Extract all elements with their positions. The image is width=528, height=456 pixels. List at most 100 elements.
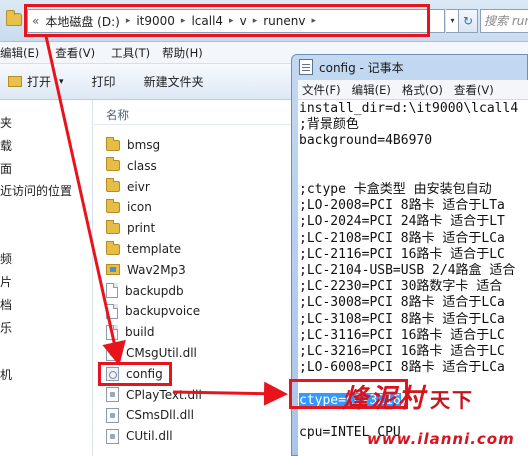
nav-item[interactable]: 档 [0, 296, 12, 313]
breadcrumb-v[interactable]: v [240, 14, 247, 28]
folder-icon [106, 219, 120, 234]
nav-item-computer[interactable]: 机 [0, 366, 12, 383]
file-list-item[interactable]: CSmsDll.dll [106, 405, 194, 425]
media-folder-icon [106, 264, 120, 276]
navigation-pane: 夹 载 面 近访问的位置 频 片 档 乐 机 [0, 100, 93, 456]
file-list-item[interactable]: build [106, 322, 155, 342]
text-line[interactable]: ;LO-6008=PCI 8路卡 适合于LCa [299, 360, 505, 376]
text-line[interactable]: ;LO-2024=PCI 24路卡 适合于LT [299, 214, 505, 230]
column-header-name[interactable]: 名称 [106, 107, 129, 123]
refresh-icon[interactable]: ↻ [458, 9, 478, 33]
text-line[interactable]: ;ctype 卡盒类型 由安装包自动 [299, 182, 492, 198]
folder-icon [106, 198, 120, 213]
file-name: CPlayText.dll [126, 387, 202, 402]
file-icon [106, 303, 118, 319]
notepad-menu-file[interactable]: 文件(F) [298, 82, 348, 98]
file-list-item[interactable]: Wav2Mp3 [106, 260, 186, 280]
notepad-titlebar[interactable]: config - 记事本 [292, 55, 528, 79]
notepad-menu-edit[interactable]: 编辑(E) [348, 82, 398, 98]
nav-item[interactable]: 片 [0, 273, 12, 290]
watermark-logo-small: 天下 [430, 388, 475, 412]
file-list-item[interactable]: CMsgUtil.dll [106, 343, 197, 363]
text-line[interactable]: ;LC-2116=PCI 16路卡 适合于LC [299, 247, 505, 263]
breadcrumb-separator-icon[interactable]: ▸ [229, 16, 234, 26]
address-bar[interactable]: « 本地磁盘 (D:) ▸ it9000 ▸ lcall4 ▸ v ▸ rune… [27, 9, 445, 33]
nav-item[interactable]: 频 [0, 250, 12, 267]
search-input[interactable]: 搜索 runenv [480, 9, 528, 33]
breadcrumb-separator-icon[interactable]: ▸ [253, 16, 258, 26]
breadcrumb-separator-icon[interactable]: ▸ [181, 16, 186, 26]
file-list-item[interactable]: template [106, 239, 181, 259]
file-list-item[interactable]: backupvoice [106, 301, 200, 321]
dll-file-icon [106, 387, 119, 403]
watermark-logo: 烽泥村 天下 [342, 378, 474, 415]
file-list-item[interactable]: bmsg [106, 135, 160, 155]
text-line[interactable]: ;LC-3116=PCI 16路卡 适合于LC [299, 328, 505, 344]
folder-icon [6, 10, 22, 26]
watermark-logo-main: 烽泥村 [342, 384, 427, 414]
breadcrumb-it9000[interactable]: it9000 [136, 14, 175, 28]
address-row: « 本地磁盘 (D:) ▸ it9000 ▸ lcall4 ▸ v ▸ rune… [0, 0, 528, 42]
folder-icon [106, 136, 120, 151]
text-line[interactable]: ;背景颜色 [299, 117, 359, 133]
nav-item-recent[interactable]: 近访问的位置 [0, 182, 72, 199]
new-folder-button[interactable]: 新建文件夹 [144, 73, 204, 90]
menu-view[interactable]: 查看(V) [55, 45, 105, 61]
file-icon [106, 283, 118, 299]
nav-item[interactable]: 乐 [0, 319, 12, 336]
text-line[interactable]: install_dir=d:\it9000\lcall4 [299, 101, 518, 117]
file-list-item[interactable]: icon [106, 197, 152, 217]
text-line[interactable]: ;LC-3216=PCI 16路卡 适合于LC [299, 344, 505, 360]
file-name: icon [127, 200, 152, 215]
file-name: class [127, 158, 157, 173]
notepad-title: config - 记事本 [319, 61, 404, 75]
file-name: CSmsDll.dll [126, 408, 194, 423]
file-name: print [127, 221, 156, 236]
breadcrumb-lcall4[interactable]: lcall4 [191, 14, 223, 28]
text-line[interactable]: ;LC-2108=PCI 8路卡 适合于LCa [299, 231, 505, 247]
file-name: backupdb [125, 283, 184, 298]
notepad-menu-view[interactable]: 查看(V) [450, 82, 501, 98]
notepad-icon [299, 59, 313, 75]
file-list-item[interactable]: CPlayText.dll [106, 385, 202, 405]
chevron-down-icon: ▾ [59, 76, 64, 87]
breadcrumb-separator-icon[interactable]: ▸ [126, 16, 131, 26]
file-list: 名称 bmsg class eivr icon print template Wav2Mp3… [94, 100, 294, 456]
menu-edit[interactable]: 编辑(E) [0, 45, 49, 61]
text-line[interactable]: ;LO-2008=PCI 8路卡 适合于LTa [299, 198, 505, 214]
text-line[interactable]: ;LC-2230=PCI 30路数字卡 适合 [299, 279, 502, 295]
breadcrumb-overflow[interactable]: « [32, 14, 39, 28]
breadcrumb-drive[interactable]: 本地磁盘 (D:) [45, 13, 119, 30]
nav-item[interactable]: 夹 [0, 114, 12, 131]
file-name: build [125, 325, 155, 340]
print-button[interactable]: 打印 [92, 73, 116, 90]
text-line[interactable]: ;LC-3008=PCI 8路卡 适合于LCa [299, 295, 505, 311]
breadcrumb-separator-icon[interactable]: ▸ [311, 16, 316, 26]
file-name: eivr [127, 179, 150, 194]
dll-file-icon [106, 428, 119, 444]
notepad-menu-format[interactable]: 格式(O) [398, 82, 450, 98]
nav-item[interactable]: 面 [0, 160, 12, 177]
menu-help[interactable]: 帮助(H) [162, 45, 213, 61]
file-list-item[interactable]: print [106, 218, 155, 238]
folder-icon [106, 178, 120, 193]
open-label: 打开 [27, 75, 52, 89]
file-name: config [126, 366, 163, 381]
nav-item[interactable]: 载 [0, 137, 12, 154]
folder-icon [106, 240, 120, 255]
text-line[interactable]: ;LC-2104-USB=USB 2/4路盒 适合 [299, 263, 515, 279]
text-line[interactable]: ;LC-3108=PCI 8路卡 适合于LCa [299, 312, 505, 328]
text-line[interactable]: background=4B6970 [299, 133, 432, 149]
file-name: Wav2Mp3 [127, 262, 186, 277]
file-list-item[interactable]: class [106, 156, 157, 176]
breadcrumb-runenv[interactable]: runenv [263, 14, 305, 28]
file-list-item[interactable]: eivr [106, 177, 150, 197]
open-button[interactable]: 打开 ▾ [8, 73, 64, 90]
dll-file-icon [106, 407, 119, 423]
column-divider [94, 124, 294, 125]
file-list-item[interactable]: backupdb [106, 281, 184, 301]
file-list-item[interactable]: config [106, 364, 163, 384]
file-name: CMsgUtil.dll [126, 346, 197, 360]
file-list-item[interactable]: CUtil.dll [106, 426, 173, 446]
menu-tools[interactable]: 工具(T) [111, 45, 160, 61]
